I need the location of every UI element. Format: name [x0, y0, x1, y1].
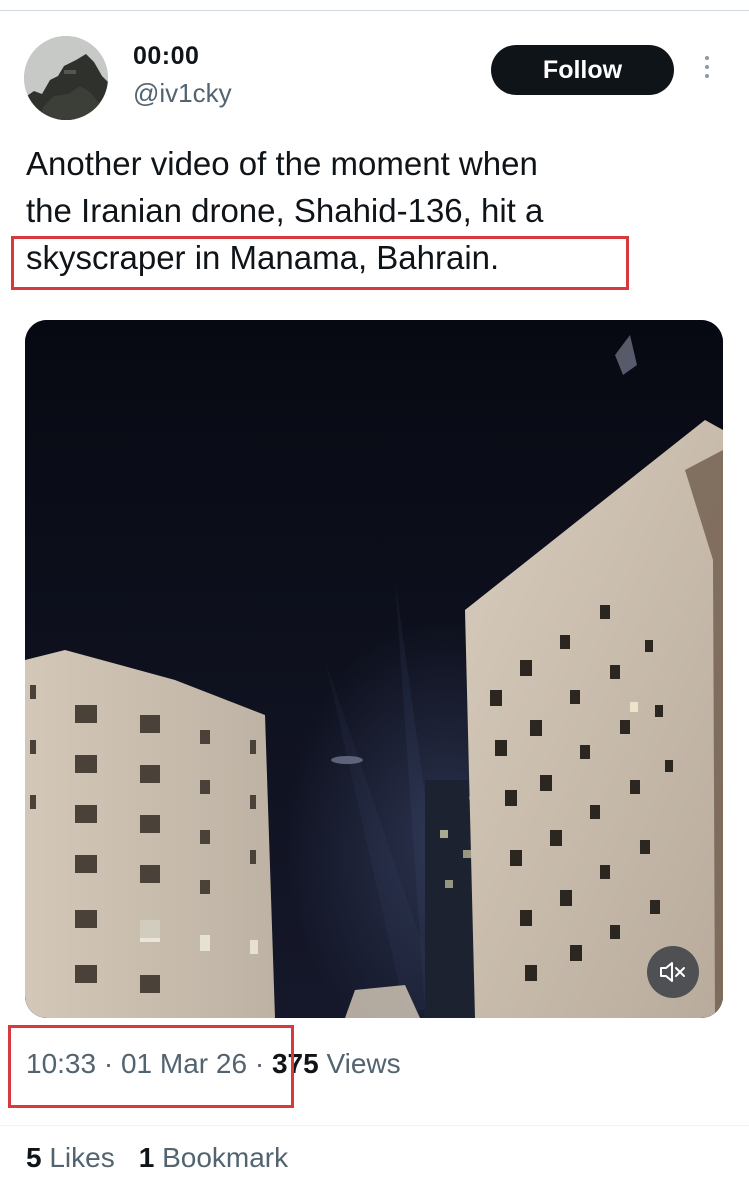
speaker-muted-icon[interactable] — [647, 946, 699, 998]
annotation-highlight-box — [8, 1025, 294, 1108]
tweet-text-line: the Iranian drone, Shahid-136, hit a — [26, 192, 544, 229]
stats-divider — [0, 1125, 749, 1126]
bookmarks-stat[interactable]: 1 Bookmark — [139, 1142, 288, 1173]
bookmarks-label: Bookmark — [162, 1142, 289, 1173]
user-handle[interactable]: @iv1cky — [133, 78, 232, 109]
more-options-icon[interactable] — [700, 56, 714, 84]
likes-stat[interactable]: 5 Likes — [26, 1142, 115, 1173]
annotation-highlight-box — [11, 236, 629, 290]
bookmarks-count: 1 — [138, 1142, 155, 1173]
likes-label: Likes — [49, 1142, 115, 1173]
avatar[interactable] — [24, 36, 108, 120]
top-divider — [0, 10, 749, 11]
engagement-stats: 5 Likes 1 Bookmark — [26, 1142, 288, 1174]
display-name[interactable]: 00:00 — [133, 42, 199, 71]
video-player[interactable] — [25, 320, 723, 1018]
likes-count: 5 — [26, 1142, 42, 1173]
views-label: Views — [326, 1048, 401, 1079]
tweet-text-line: Another video of the moment when — [26, 145, 538, 182]
follow-button[interactable]: Follow — [491, 45, 674, 95]
